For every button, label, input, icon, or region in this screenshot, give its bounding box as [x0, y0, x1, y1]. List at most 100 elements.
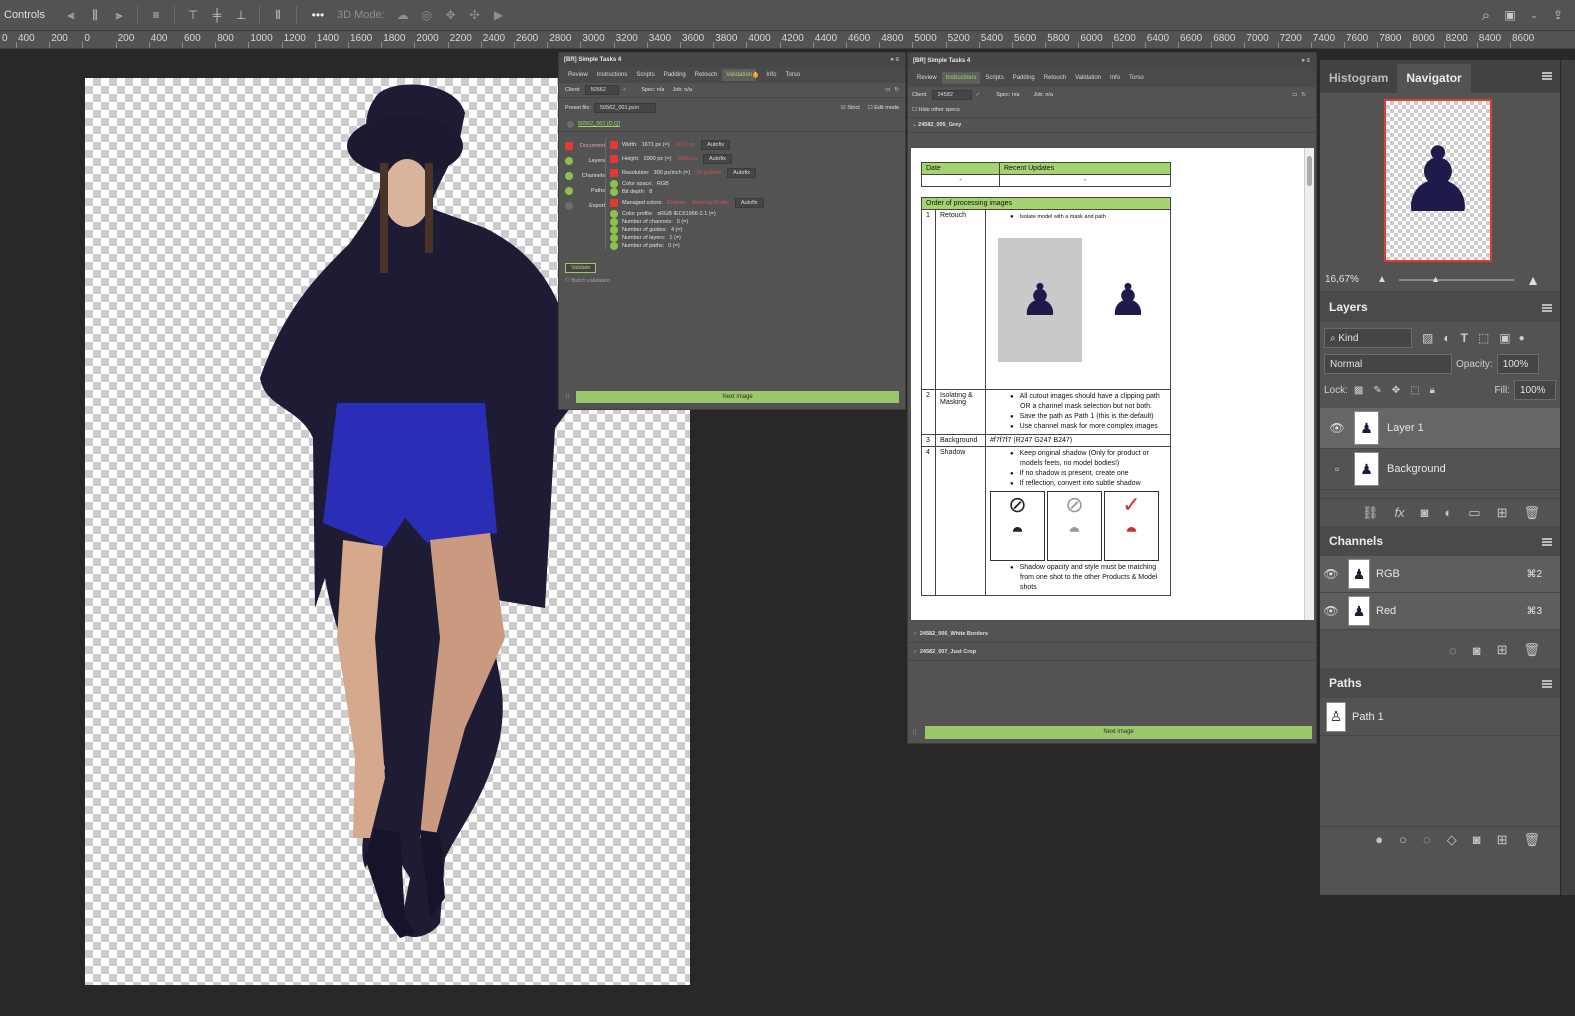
- refresh-icon[interactable]: ↻: [894, 87, 899, 93]
- panel2-tab-padding[interactable]: Padding: [1009, 72, 1039, 84]
- new-layer-icon[interactable]: ⊞: [1497, 505, 1508, 521]
- folder-icon[interactable]: ▭: [885, 87, 890, 93]
- panel1-tab-info[interactable]: Info: [762, 69, 780, 81]
- path-row[interactable]: ♙ Path 1: [1320, 698, 1560, 736]
- add-mask-icon[interactable]: ◙: [1421, 505, 1429, 520]
- blend-mode-dropdown[interactable]: Normal: [1324, 354, 1452, 374]
- load-selection-icon[interactable]: ◌: [1449, 643, 1457, 658]
- panel2-grip-icon[interactable]: ⠿: [912, 729, 917, 737]
- collapsed-section[interactable]: › 24582_007_Just Crop: [908, 643, 1316, 661]
- preset-dropdown[interactable]: 50562_001.json: [593, 102, 656, 113]
- category-layers[interactable]: Layers: [565, 153, 605, 168]
- 3d-camera-icon[interactable]: ▶: [490, 7, 508, 23]
- layer-row[interactable]: 👁︎ ♟ Layer 1: [1320, 408, 1560, 449]
- stroke-path-icon[interactable]: ○: [1399, 832, 1407, 847]
- new-group-icon[interactable]: ▭: [1468, 505, 1480, 521]
- delete-channel-icon[interactable]: 🗑︎: [1523, 642, 1540, 658]
- panel1-tab-torso[interactable]: Torso: [781, 69, 804, 81]
- zoom-level[interactable]: 16,67%: [1325, 274, 1377, 285]
- share-icon[interactable]: ⇪: [1549, 7, 1567, 23]
- panel1-tab-validation[interactable]: Validation: [722, 69, 757, 81]
- panel2-tab-review[interactable]: Review: [913, 72, 941, 84]
- filter-type-icon[interactable]: T: [1461, 331, 1468, 345]
- new-channel-icon[interactable]: ⊞: [1497, 642, 1508, 658]
- tab-histogram[interactable]: Histogram: [1320, 64, 1397, 93]
- 3d-slide-icon[interactable]: ✣: [466, 7, 484, 23]
- panel2-tab-scripts[interactable]: Scripts: [981, 72, 1007, 84]
- lock-image-icon[interactable]: ✎: [1373, 385, 1381, 396]
- panel2-tab-retouch[interactable]: Retouch: [1040, 72, 1070, 84]
- hide-specs-checkbox[interactable]: ☐ Hide other specs: [908, 103, 1316, 117]
- hidden-eye-icon[interactable]: ▫: [1326, 462, 1348, 476]
- workspace-icon[interactable]: ▣: [1501, 7, 1519, 23]
- layer-row[interactable]: ▫ ♟ Background: [1320, 449, 1560, 490]
- lock-artboard-icon[interactable]: ⬚: [1410, 385, 1419, 396]
- category-paths[interactable]: Paths: [565, 183, 605, 198]
- channel-row[interactable]: 👁︎ ♟ RGB ⌘2: [1320, 556, 1560, 593]
- more-options-icon[interactable]: •••: [306, 7, 330, 23]
- collapsed-section[interactable]: › 24582_006_White Borders: [908, 625, 1316, 643]
- zoom-out-icon[interactable]: ▲: [1377, 274, 1387, 285]
- channels-title[interactable]: Channels: [1320, 527, 1392, 556]
- navigator-preview[interactable]: ♟: [1384, 99, 1492, 262]
- channels-menu-icon[interactable]: [1542, 538, 1552, 546]
- delete-layer-icon[interactable]: 🗑︎: [1523, 505, 1540, 521]
- file-tab[interactable]: 50562_001 [D,Q]: [567, 119, 897, 129]
- refresh2-icon[interactable]: ↻: [1301, 92, 1306, 98]
- link-layers-icon[interactable]: ⛓: [1362, 505, 1379, 521]
- panel2-tab-torso[interactable]: Torso: [1125, 72, 1148, 84]
- make-work-path-icon[interactable]: ◇: [1447, 832, 1457, 848]
- section-header[interactable]: ⌄ 24582_005_Grey: [908, 117, 1316, 133]
- category-export[interactable]: Export: [565, 198, 605, 213]
- panel2-tab-validation[interactable]: Validation: [1071, 72, 1105, 84]
- autofix-button[interactable]: Autofix: [727, 168, 756, 178]
- align-bottom-icon[interactable]: ⊥: [232, 7, 250, 23]
- new-path-icon[interactable]: ⊞: [1497, 832, 1508, 848]
- eye-icon[interactable]: 👁︎: [1320, 604, 1342, 618]
- filter-pixel-icon[interactable]: ▨: [1422, 331, 1433, 345]
- filter-toggle-icon[interactable]: ●: [1519, 333, 1525, 344]
- adjustment-layer-icon[interactable]: ◐: [1444, 505, 1452, 520]
- panel1-grip-icon[interactable]: ⠿: [565, 393, 570, 401]
- fx-icon[interactable]: fx: [1394, 505, 1404, 520]
- edit-mode-checkbox[interactable]: ☐ Edit mode: [868, 105, 899, 111]
- lock-position-icon[interactable]: ✥: [1392, 385, 1400, 396]
- distribute-icon[interactable]: ⦀: [269, 7, 287, 23]
- autofix-button[interactable]: Autofix: [701, 140, 730, 150]
- eye-icon[interactable]: 👁︎: [1326, 421, 1348, 435]
- search-icon[interactable]: ⌕: [1477, 7, 1495, 24]
- panel1-tab-instructions[interactable]: Instructions: [593, 69, 632, 81]
- autofix-button[interactable]: Autofix: [703, 154, 732, 164]
- add-path-mask-icon[interactable]: ◙: [1473, 832, 1481, 847]
- eye-icon[interactable]: 👁︎: [1320, 567, 1342, 581]
- panel2-tab-info[interactable]: Info: [1106, 72, 1124, 84]
- panel2-collapse-icon[interactable]: » ≡: [1301, 58, 1310, 64]
- chevron-down-icon[interactable]: ⌄: [1525, 7, 1543, 23]
- align-top-icon[interactable]: ⊤: [184, 7, 202, 23]
- layer-filter-dropdown[interactable]: ⌕ Kind: [1324, 328, 1412, 348]
- paths-title[interactable]: Paths: [1320, 669, 1371, 698]
- lock-transparent-icon[interactable]: ▩: [1354, 385, 1363, 396]
- fill-path-icon[interactable]: ●: [1375, 832, 1383, 847]
- filter-smart-icon[interactable]: ▣: [1499, 331, 1510, 345]
- 3d-roll-icon[interactable]: ◎: [418, 7, 436, 23]
- filter-shape-icon[interactable]: ⬚: [1478, 331, 1489, 345]
- align-horizontal-icon[interactable]: ≡: [147, 7, 165, 23]
- panel1-tab-review[interactable]: Review: [564, 69, 592, 81]
- client-dropdown[interactable]: 50562: [584, 85, 619, 95]
- paths-menu-icon[interactable]: [1542, 680, 1552, 688]
- category-document[interactable]: Document: [565, 138, 605, 153]
- panel1-collapse-icon[interactable]: » ≡: [890, 57, 899, 63]
- navigator-menu-icon[interactable]: [1542, 72, 1552, 80]
- panel1-tab-retouch[interactable]: Retouch: [691, 69, 721, 81]
- filter-adjustment-icon[interactable]: ◐: [1443, 331, 1450, 345]
- align-middle-icon[interactable]: ╪: [208, 7, 226, 23]
- opacity-input[interactable]: 100%: [1496, 354, 1539, 374]
- panel1-tab-padding[interactable]: Padding: [660, 69, 690, 81]
- category-channels[interactable]: Channels: [565, 168, 605, 183]
- delete-path-icon[interactable]: 🗑︎: [1523, 832, 1540, 848]
- folder2-icon[interactable]: ▭: [1292, 92, 1297, 98]
- align-center-icon[interactable]: ⫼: [86, 7, 104, 23]
- panel2-tab-instructions[interactable]: Instructions: [941, 72, 981, 84]
- batch-validation-checkbox[interactable]: ☐ Batch validation: [565, 276, 899, 286]
